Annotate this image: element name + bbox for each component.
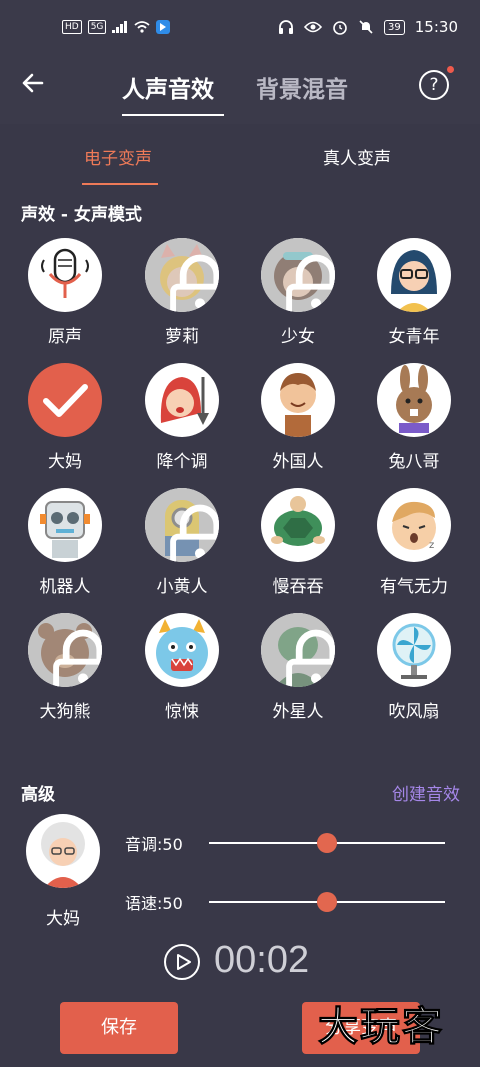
- subtab-electronic[interactable]: 电子变声: [84, 144, 152, 169]
- sleepy-face-icon: z: [377, 488, 451, 562]
- clock: 15:30: [414, 18, 458, 36]
- effect-label: 机器人: [39, 577, 91, 597]
- effect-label: 萝莉: [165, 327, 199, 347]
- wifi-icon: [134, 21, 150, 33]
- battery-indicator: 39: [384, 19, 405, 35]
- effect-label: 外国人: [272, 452, 324, 472]
- help-button[interactable]: ?: [419, 70, 449, 100]
- effect-label: 吹风扇: [388, 702, 440, 722]
- status-bar: HD 5G 39 15:30: [0, 0, 480, 58]
- robot-icon: [28, 488, 102, 562]
- speed-label: 语速:50: [125, 894, 183, 913]
- monster-icon: [145, 613, 219, 687]
- subtab-real-voice[interactable]: 真人变声: [323, 144, 391, 169]
- alien-icon: [261, 613, 335, 687]
- effect-item[interactable]: 外星人: [243, 613, 353, 733]
- fan-icon: [377, 613, 451, 687]
- effect-item[interactable]: 慢吞吞: [243, 488, 353, 608]
- effect-item[interactable]: 少女: [243, 238, 353, 358]
- girl-icon: [261, 238, 335, 312]
- effect-label: 大狗熊: [39, 702, 91, 722]
- microphone-icon: [28, 238, 102, 312]
- back-arrow-icon[interactable]: [16, 66, 50, 100]
- speed-slider[interactable]: 语速:50: [125, 890, 455, 914]
- mute-icon: [359, 20, 373, 34]
- eye-icon: [304, 21, 323, 33]
- lock-overlay: [145, 238, 219, 312]
- effect-item-selected[interactable]: 大妈: [10, 363, 120, 483]
- grandma-avatar: [26, 814, 100, 888]
- foreigner-icon: [261, 363, 335, 437]
- effect-label: 女青年: [388, 327, 440, 347]
- lock-overlay: [261, 613, 335, 687]
- top-bar: 人声音效 背景混音 ?: [0, 58, 480, 124]
- effect-item[interactable]: 原声: [10, 238, 120, 358]
- pitch-slider[interactable]: 音调:50: [125, 831, 455, 855]
- signal-icon: [112, 21, 128, 33]
- play-button[interactable]: [164, 944, 200, 980]
- effects-panel: 电子变声 真人变声 声效 - 女声模式 原声 萝莉 少女 女青年 大妈 降个调 …: [0, 124, 480, 1067]
- effect-item[interactable]: 兔八哥: [359, 363, 469, 483]
- effect-item[interactable]: 吹风扇: [359, 613, 469, 733]
- effect-label: 原声: [48, 327, 82, 347]
- young-woman-icon: [377, 238, 451, 312]
- save-button[interactable]: 保存: [60, 1002, 178, 1054]
- effect-label: 有气无力: [380, 577, 448, 597]
- rabbit-icon: [377, 363, 451, 437]
- effect-item[interactable]: 小黄人: [127, 488, 237, 608]
- effect-item[interactable]: 机器人: [10, 488, 120, 608]
- effect-label: 慢吞吞: [272, 577, 324, 597]
- effect-label: 大妈: [48, 452, 82, 472]
- turtle-icon: [261, 488, 335, 562]
- network-indicator: 5G: [87, 20, 107, 34]
- hd-indicator: HD: [62, 20, 82, 34]
- app-notification-icon: [156, 20, 171, 34]
- notification-dot: [447, 66, 454, 73]
- create-effect-link[interactable]: 创建音效: [392, 780, 460, 805]
- status-right: 39 15:30: [278, 18, 458, 36]
- effect-label: 惊悚: [165, 702, 199, 722]
- effect-item[interactable]: 女青年: [359, 238, 469, 358]
- pitch-label: 音调:50: [125, 835, 183, 854]
- current-effect-label: 大妈: [46, 909, 80, 929]
- tab-voice-effects[interactable]: 人声音效: [122, 70, 214, 104]
- red-hood-girl-icon: [145, 363, 219, 437]
- headphones-icon: [279, 20, 294, 34]
- advanced-title: 高级: [21, 785, 55, 805]
- effect-item[interactable]: 外国人: [243, 363, 353, 483]
- pitch-thumb[interactable]: [317, 833, 337, 853]
- playback-time: 00:02: [214, 939, 310, 981]
- effect-item[interactable]: 惊悚: [127, 613, 237, 733]
- lock-overlay: [28, 613, 102, 687]
- effect-item[interactable]: 大狗熊: [10, 613, 120, 733]
- alarm-icon: [333, 21, 347, 35]
- bear-icon: [28, 613, 102, 687]
- section-title: 声效 - 女声模式: [21, 205, 142, 225]
- tab-indicator: [122, 114, 224, 116]
- effect-label: 小黄人: [156, 577, 208, 597]
- svg-text:z: z: [429, 540, 434, 551]
- play-icon: [177, 954, 191, 970]
- effect-label: 降个调: [156, 452, 208, 472]
- watermark-logo: 大玩客: [318, 1003, 444, 1051]
- effect-label: 外星人: [272, 702, 324, 722]
- subtab-indicator: [82, 183, 158, 185]
- speed-thumb[interactable]: [317, 892, 337, 912]
- status-left: HD 5G: [62, 20, 171, 34]
- effect-item[interactable]: 萝莉: [127, 238, 237, 358]
- lock-overlay: [261, 238, 335, 312]
- effect-label: 兔八哥: [388, 452, 440, 472]
- effect-label: 少女: [281, 327, 315, 347]
- checkmark-icon: [28, 363, 102, 437]
- effect-item[interactable]: 降个调: [127, 363, 237, 483]
- lock-overlay: [145, 488, 219, 562]
- tab-background-mix[interactable]: 背景混音: [256, 70, 348, 104]
- minion-icon: [145, 488, 219, 562]
- cat-girl-icon: [145, 238, 219, 312]
- effect-item[interactable]: z 有气无力: [359, 488, 469, 608]
